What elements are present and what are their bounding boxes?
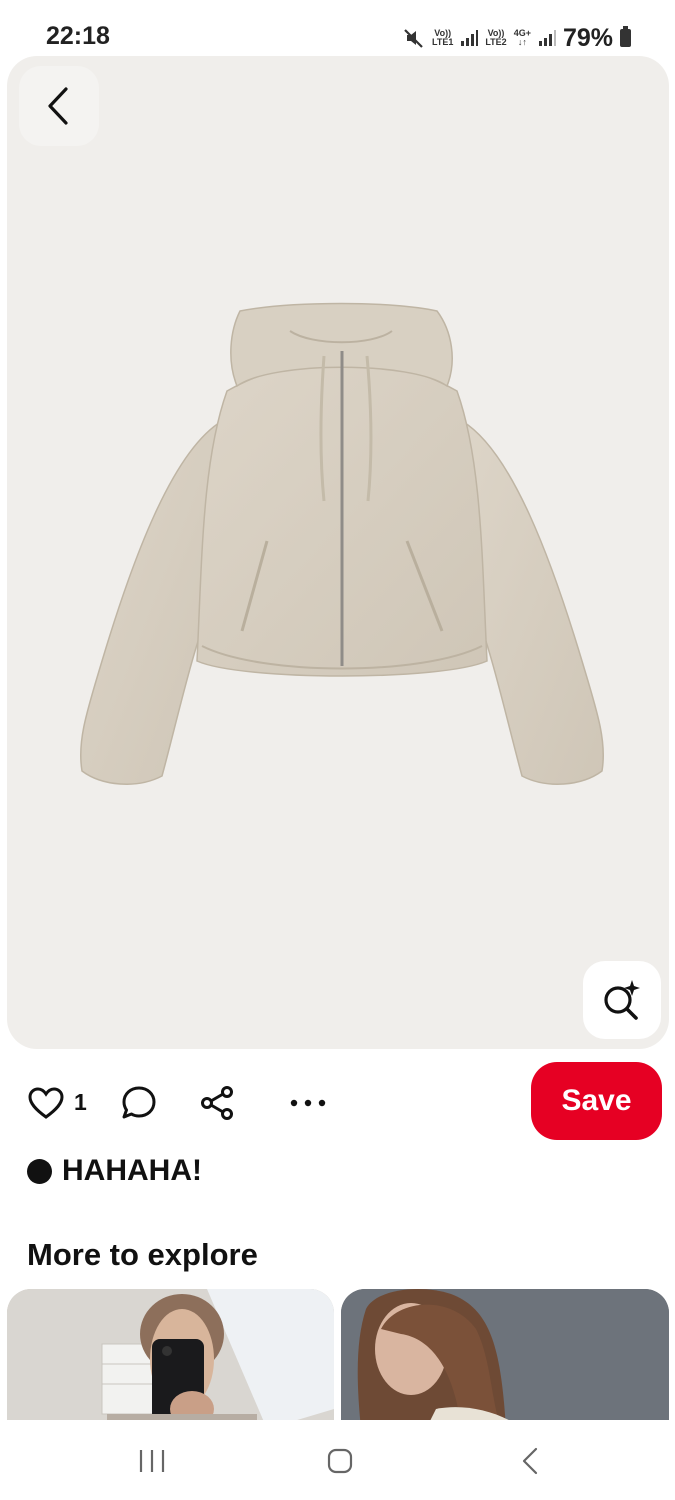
- board-name[interactable]: HAHAHA!: [62, 1154, 202, 1188]
- hoodie-image: [79, 302, 605, 785]
- explore-image: [341, 1289, 669, 1429]
- chevron-left-icon: [48, 87, 68, 125]
- battery-percent: 79%: [562, 23, 613, 52]
- visual-search-icon: [604, 980, 640, 1020]
- battery-icon: [620, 26, 631, 47]
- signal-icon: [538, 30, 556, 46]
- sim1-label: Vo)) LTE1: [432, 28, 454, 47]
- heart-icon: [28, 1087, 64, 1119]
- status-icons: Vo)) LTE1 Vo)) LTE2 4G+ ↓↑ 79%: [403, 24, 631, 52]
- back-nav-icon[interactable]: [520, 1446, 540, 1476]
- network-label: 4G+ ↓↑: [513, 28, 531, 47]
- explore-pin-thumbnail[interactable]: [7, 1289, 334, 1429]
- explore-image: [7, 1289, 334, 1429]
- like-count: 1: [74, 1089, 87, 1115]
- status-bar: 22:18 Vo)) LTE1 Vo)) LTE2 4G+ ↓↑ 79%: [0, 0, 675, 56]
- mute-icon: [404, 29, 423, 48]
- back-button[interactable]: [19, 66, 99, 146]
- more-dots-icon: [290, 1099, 326, 1107]
- signal-icon: [461, 30, 479, 46]
- explore-pin-thumbnail[interactable]: [341, 1289, 669, 1429]
- like-button[interactable]: [26, 1083, 66, 1123]
- pin-image[interactable]: [7, 56, 669, 1049]
- system-nav-bar: [0, 1420, 675, 1500]
- share-icon: [201, 1086, 233, 1120]
- sim2-label: Vo)) LTE2: [485, 28, 507, 47]
- share-button[interactable]: [196, 1082, 238, 1124]
- more-to-explore-heading: More to explore: [27, 1237, 258, 1272]
- status-time: 22:18: [46, 22, 110, 50]
- comment-icon: [122, 1086, 156, 1119]
- more-options-button[interactable]: [286, 1083, 330, 1123]
- board-avatar[interactable]: [27, 1159, 52, 1184]
- comment-button[interactable]: [118, 1082, 160, 1124]
- recent-apps-icon[interactable]: [138, 1448, 166, 1474]
- home-icon[interactable]: [326, 1447, 354, 1475]
- visual-search-button[interactable]: [583, 961, 661, 1039]
- save-button[interactable]: Save: [531, 1062, 662, 1140]
